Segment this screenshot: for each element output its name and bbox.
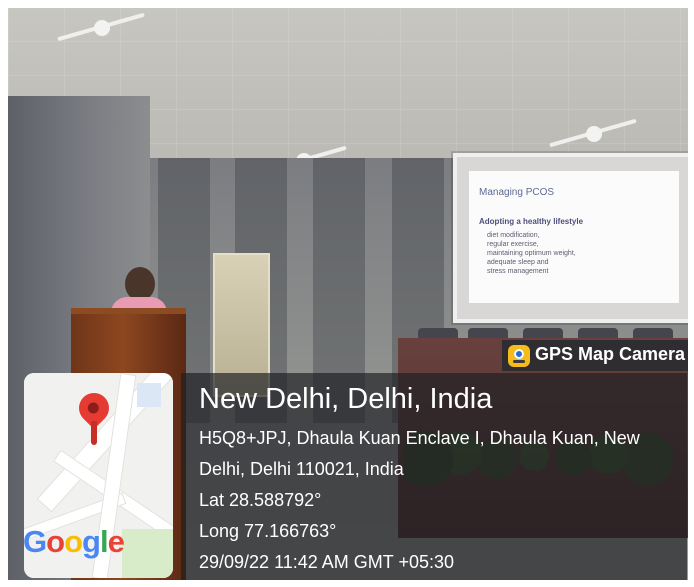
slide-list-item: maintaining optimum weight, bbox=[487, 250, 576, 257]
slide-list-item: regular exercise, bbox=[487, 241, 539, 248]
fan-hub bbox=[586, 126, 602, 142]
address-line-1: H5Q8+JPJ, Dhaula Kuan Enclave I, Dhaula … bbox=[199, 428, 640, 448]
slide-list: diet modification, regular exercise, mai… bbox=[487, 231, 576, 276]
location-overlay: Google New Delhi, Delhi, India H5Q8+JPJ,… bbox=[24, 373, 687, 580]
photo-frame: Managing PCOS Adopting a healthy lifesty… bbox=[0, 0, 694, 587]
slide-list-item: diet modification, bbox=[487, 232, 540, 239]
slide-heading: Adopting a healthy lifestyle bbox=[479, 217, 584, 226]
location-title: New Delhi, Delhi, India bbox=[199, 383, 493, 415]
slide-list-item: adequate sleep and bbox=[487, 259, 549, 266]
projector-screen: Managing PCOS Adopting a healthy lifesty… bbox=[453, 153, 688, 323]
slide: Managing PCOS Adopting a healthy lifesty… bbox=[469, 171, 679, 303]
address-line-2: Delhi, Delhi 110021, India bbox=[199, 459, 404, 479]
map-thumbnail: Google bbox=[24, 373, 173, 578]
map-water bbox=[137, 383, 161, 407]
map-camera-icon bbox=[508, 345, 530, 367]
location-info-panel: New Delhi, Delhi, India H5Q8+JPJ, Dhaula… bbox=[181, 373, 687, 580]
slide-list-item: stress management bbox=[487, 268, 549, 275]
timestamp-text: 29/09/22 11:42 AM GMT +05:30 bbox=[199, 552, 455, 572]
longitude-text: Long 77.166763° bbox=[199, 521, 337, 541]
map-park bbox=[122, 529, 173, 578]
google-logo: Google bbox=[24, 524, 125, 559]
ceiling-fan-right bbox=[548, 118, 638, 148]
gps-map-camera-badge: GPS Map Camera bbox=[502, 340, 688, 371]
gps-badge-label: GPS Map Camera bbox=[535, 344, 686, 364]
fan-hub bbox=[94, 20, 110, 36]
speaker-head bbox=[125, 267, 155, 301]
ceiling-fan-left bbox=[56, 12, 146, 42]
slide-title: Managing PCOS bbox=[479, 187, 555, 198]
latitude-text: Lat 28.588792° bbox=[199, 490, 322, 510]
map-pin-stem bbox=[91, 421, 97, 445]
